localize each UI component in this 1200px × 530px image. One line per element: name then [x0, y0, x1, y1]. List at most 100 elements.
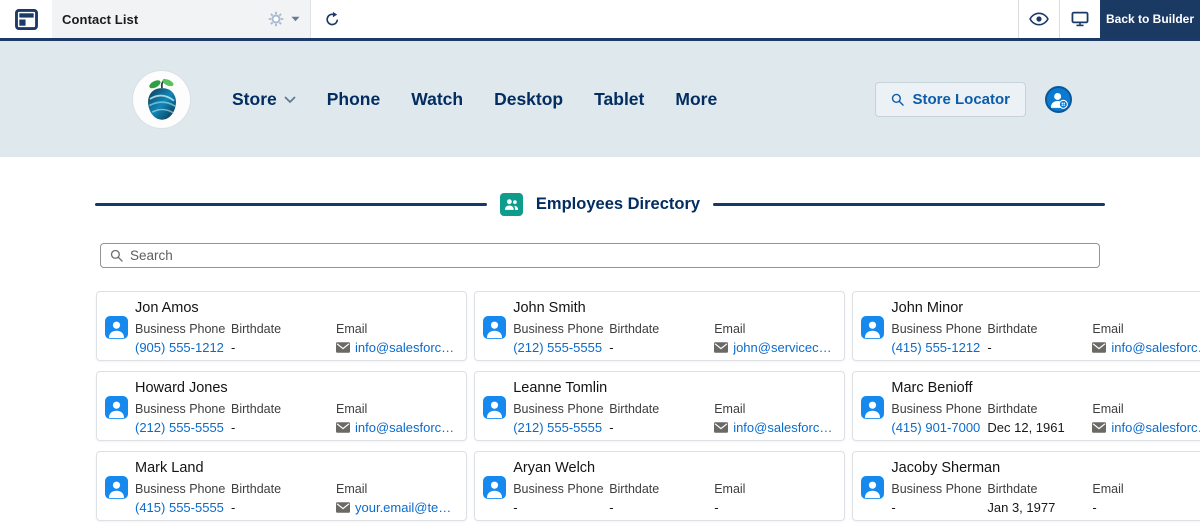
contact-card: Jon Amos Business Phone (905) 555-1212 B…: [96, 291, 467, 361]
store-logo[interactable]: [133, 71, 190, 128]
phone-link[interactable]: (905) 555-1212: [135, 340, 231, 355]
heading-divider-right: [713, 203, 1105, 206]
contact-card: Howard Jones Business Phone (212) 555-55…: [96, 371, 467, 441]
gear-icon: [268, 11, 284, 27]
nav-item-phone[interactable]: Phone: [327, 89, 380, 110]
field-label-birthdate: Birthdate: [987, 322, 1092, 336]
preview-button[interactable]: [1018, 0, 1059, 38]
person-icon: [861, 476, 884, 499]
person-icon: [861, 316, 884, 339]
user-avatar-icon: [1048, 89, 1069, 110]
builder-menu-button[interactable]: [0, 0, 52, 38]
contact-card: John Smith Business Phone (212) 555-5555…: [474, 291, 845, 361]
field-label-business-phone: Business Phone: [135, 322, 231, 336]
refresh-button[interactable]: [310, 0, 354, 38]
contact-card: Aryan Welch Business Phone - Birthdate -…: [474, 451, 845, 521]
page-content: Employees Directory Jon Amos Business Ph…: [0, 193, 1200, 521]
field-label-business-phone: Business Phone: [891, 322, 987, 336]
birthdate-value: -: [231, 420, 336, 435]
nav-item-watch[interactable]: Watch: [411, 89, 463, 110]
field-label-business-phone: Business Phone: [513, 322, 609, 336]
nav-item-desktop[interactable]: Desktop: [494, 89, 563, 110]
person-icon: [105, 396, 128, 419]
user-avatar-button[interactable]: [1045, 86, 1072, 113]
field-label-email: Email: [1092, 322, 1200, 336]
email-link[interactable]: your.email@te…: [336, 500, 454, 515]
header-actions: Store Locator: [875, 82, 1072, 117]
contact-name: John Minor: [891, 300, 1200, 316]
search-icon: [891, 93, 904, 106]
contact-card: Jacoby Sherman Business Phone - Birthdat…: [852, 451, 1200, 521]
field-label-birthdate: Birthdate: [609, 322, 714, 336]
caret-down-icon: [291, 16, 300, 22]
heading-divider-left: [95, 203, 487, 206]
field-label-email: Email: [714, 402, 832, 416]
person-icon: [105, 476, 128, 499]
nav-item-tablet[interactable]: Tablet: [594, 89, 644, 110]
field-label-business-phone: Business Phone: [891, 402, 987, 416]
envelope-icon: [714, 342, 728, 353]
contact-name: Howard Jones: [135, 380, 454, 396]
contact-name: Marc Benioff: [891, 380, 1200, 396]
email-link[interactable]: info@salesforc…: [1092, 420, 1200, 435]
page-settings-button[interactable]: [268, 11, 300, 27]
field-label-birthdate: Birthdate: [609, 402, 714, 416]
email-link[interactable]: info@salesforc…: [714, 420, 832, 435]
envelope-icon: [1092, 422, 1106, 433]
field-label-birthdate: Birthdate: [231, 322, 336, 336]
contact-card: Marc Benioff Business Phone (415) 901-70…: [852, 371, 1200, 441]
phone-link[interactable]: (212) 555-5555: [135, 420, 231, 435]
email-link[interactable]: info@salesforc…: [1092, 340, 1200, 355]
search-bar: [100, 243, 1100, 268]
store-locator-button[interactable]: Store Locator: [875, 82, 1026, 117]
phone-link[interactable]: (212) 555-5555: [513, 420, 609, 435]
field-label-birthdate: Birthdate: [231, 482, 336, 496]
birthdate-value: Jan 3, 1977: [987, 500, 1092, 515]
email-link[interactable]: info@salesforc…: [336, 340, 454, 355]
field-label-email: Email: [714, 322, 832, 336]
email-link[interactable]: john@servicec…: [714, 340, 832, 355]
contact-name: Jon Amos: [135, 300, 454, 316]
nav-item-store[interactable]: Store: [232, 89, 296, 110]
birthdate-value: -: [231, 500, 336, 515]
birthdate-value: -: [987, 340, 1092, 355]
birthdate-value: -: [609, 420, 714, 435]
phone-link[interactable]: (415) 555-5555: [135, 500, 231, 515]
search-input[interactable]: [130, 248, 1090, 263]
field-label-email: Email: [714, 482, 832, 496]
builder-icon: [15, 9, 38, 30]
search-icon: [110, 249, 123, 262]
envelope-icon: [714, 422, 728, 433]
phone-link[interactable]: (415) 555-1212: [891, 340, 987, 355]
email-link[interactable]: info@salesforc…: [336, 420, 454, 435]
phone-link: -: [513, 500, 609, 515]
contact-name: Mark Land: [135, 460, 454, 476]
contact-card: John Minor Business Phone (415) 555-1212…: [852, 291, 1200, 361]
device-preview-button[interactable]: [1059, 0, 1100, 38]
store-locator-label: Store Locator: [912, 91, 1010, 108]
contact-name: John Smith: [513, 300, 832, 316]
back-to-builder-button[interactable]: Back to Builder: [1100, 0, 1200, 38]
person-icon: [105, 316, 128, 339]
field-label-birthdate: Birthdate: [987, 402, 1092, 416]
contact-grid: Jon Amos Business Phone (905) 555-1212 B…: [96, 291, 1104, 521]
nav-item-more[interactable]: More: [675, 89, 717, 110]
directory-heading: Employees Directory: [95, 193, 1105, 216]
birthdate-value: -: [609, 500, 714, 515]
field-label-birthdate: Birthdate: [609, 482, 714, 496]
field-label-business-phone: Business Phone: [513, 402, 609, 416]
email-link: -: [714, 500, 832, 515]
envelope-icon: [336, 502, 350, 513]
builder-toolbar: Contact List: [0, 0, 1200, 41]
contact-name: Leanne Tomlin: [513, 380, 832, 396]
page-selector-panel: Contact List: [52, 0, 310, 38]
field-label-email: Email: [336, 322, 454, 336]
phone-link[interactable]: (212) 555-5555: [513, 340, 609, 355]
toolbar-spacer: [354, 0, 1018, 38]
birthdate-value: -: [231, 340, 336, 355]
envelope-icon: [1092, 342, 1106, 353]
phone-link[interactable]: (415) 901-7000: [891, 420, 987, 435]
eye-icon: [1029, 12, 1049, 26]
birthdate-value: Dec 12, 1961: [987, 420, 1092, 435]
contacts-icon: [500, 193, 523, 216]
